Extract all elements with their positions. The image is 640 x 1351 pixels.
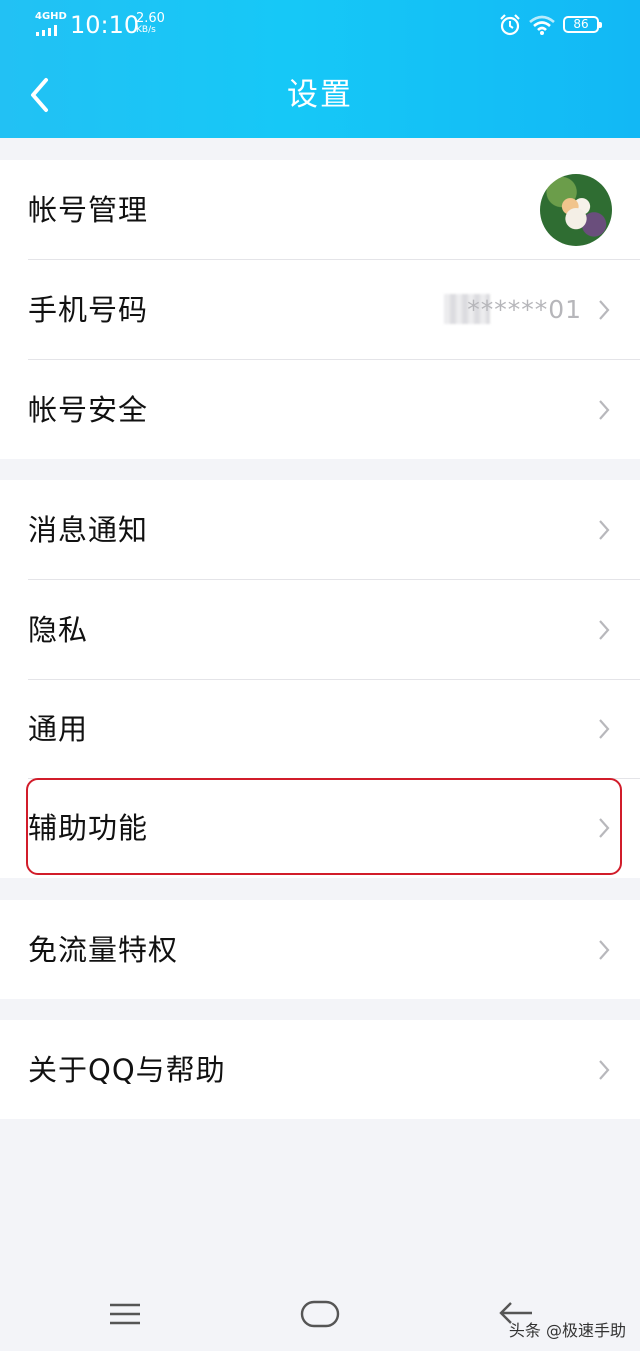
highlight-annotation	[26, 778, 622, 875]
chevron-right-icon	[599, 300, 610, 320]
wifi-icon	[529, 15, 555, 35]
settings-item-notifications[interactable]: 消息通知	[0, 480, 640, 580]
network-speed: 2.60 KB/s	[136, 12, 170, 35]
settings-item-label: 通用	[28, 712, 89, 746]
battery-indicator: 86	[563, 16, 602, 33]
app-header: 4GHD 10:10 2.60 KB/s 86 设置	[0, 0, 640, 138]
settings-item-label: 免流量特权	[28, 933, 179, 967]
chevron-right-icon	[599, 1060, 610, 1080]
settings-group-data: 免流量特权	[0, 900, 640, 999]
page-title: 设置	[287, 77, 353, 113]
chevron-right-icon	[599, 620, 610, 640]
chevron-right-icon	[599, 400, 610, 420]
settings-item-label: 消息通知	[28, 513, 149, 547]
clock: 10:10	[70, 11, 140, 39]
chevron-right-icon	[599, 719, 610, 739]
settings-item-label: 关于QQ与帮助	[28, 1053, 226, 1087]
menu-icon[interactable]	[108, 1302, 142, 1326]
avatar[interactable]	[540, 174, 612, 246]
settings-item-label: 帐号安全	[28, 393, 149, 427]
signal-icon: 4GHD	[34, 11, 67, 36]
settings-group-account: 帐号管理 手机号码 ******01 帐号安全	[0, 160, 640, 459]
settings-item-about-help[interactable]: 关于QQ与帮助	[0, 1020, 640, 1120]
status-bar: 4GHD 10:10 2.60 KB/s 86	[0, 0, 640, 50]
settings-group-about: 关于QQ与帮助	[0, 1020, 640, 1119]
settings-item-privacy[interactable]: 隐私	[0, 580, 640, 680]
home-icon[interactable]	[300, 1299, 340, 1329]
phone-number-value: ******01	[467, 295, 582, 324]
settings-item-account-management[interactable]: 帐号管理	[0, 160, 640, 260]
chevron-right-icon	[599, 940, 610, 960]
settings-item-label: 手机号码	[28, 293, 149, 327]
settings-item-general[interactable]: 通用	[0, 679, 640, 779]
speed-value: 2.60	[136, 11, 165, 26]
chevron-right-icon	[599, 520, 610, 540]
network-type: 4GHD	[35, 11, 67, 22]
alarm-icon	[500, 14, 520, 36]
speed-unit: KB/s	[136, 25, 156, 35]
settings-item-account-security[interactable]: 帐号安全	[0, 360, 640, 460]
watermark: 头条 @极速手助	[508, 1321, 626, 1340]
settings-item-label: 帐号管理	[28, 193, 149, 227]
settings-item-free-data[interactable]: 免流量特权	[0, 900, 640, 1000]
settings-item-label: 隐私	[28, 613, 89, 647]
settings-item-phone-number[interactable]: 手机号码 ******01	[0, 260, 640, 360]
